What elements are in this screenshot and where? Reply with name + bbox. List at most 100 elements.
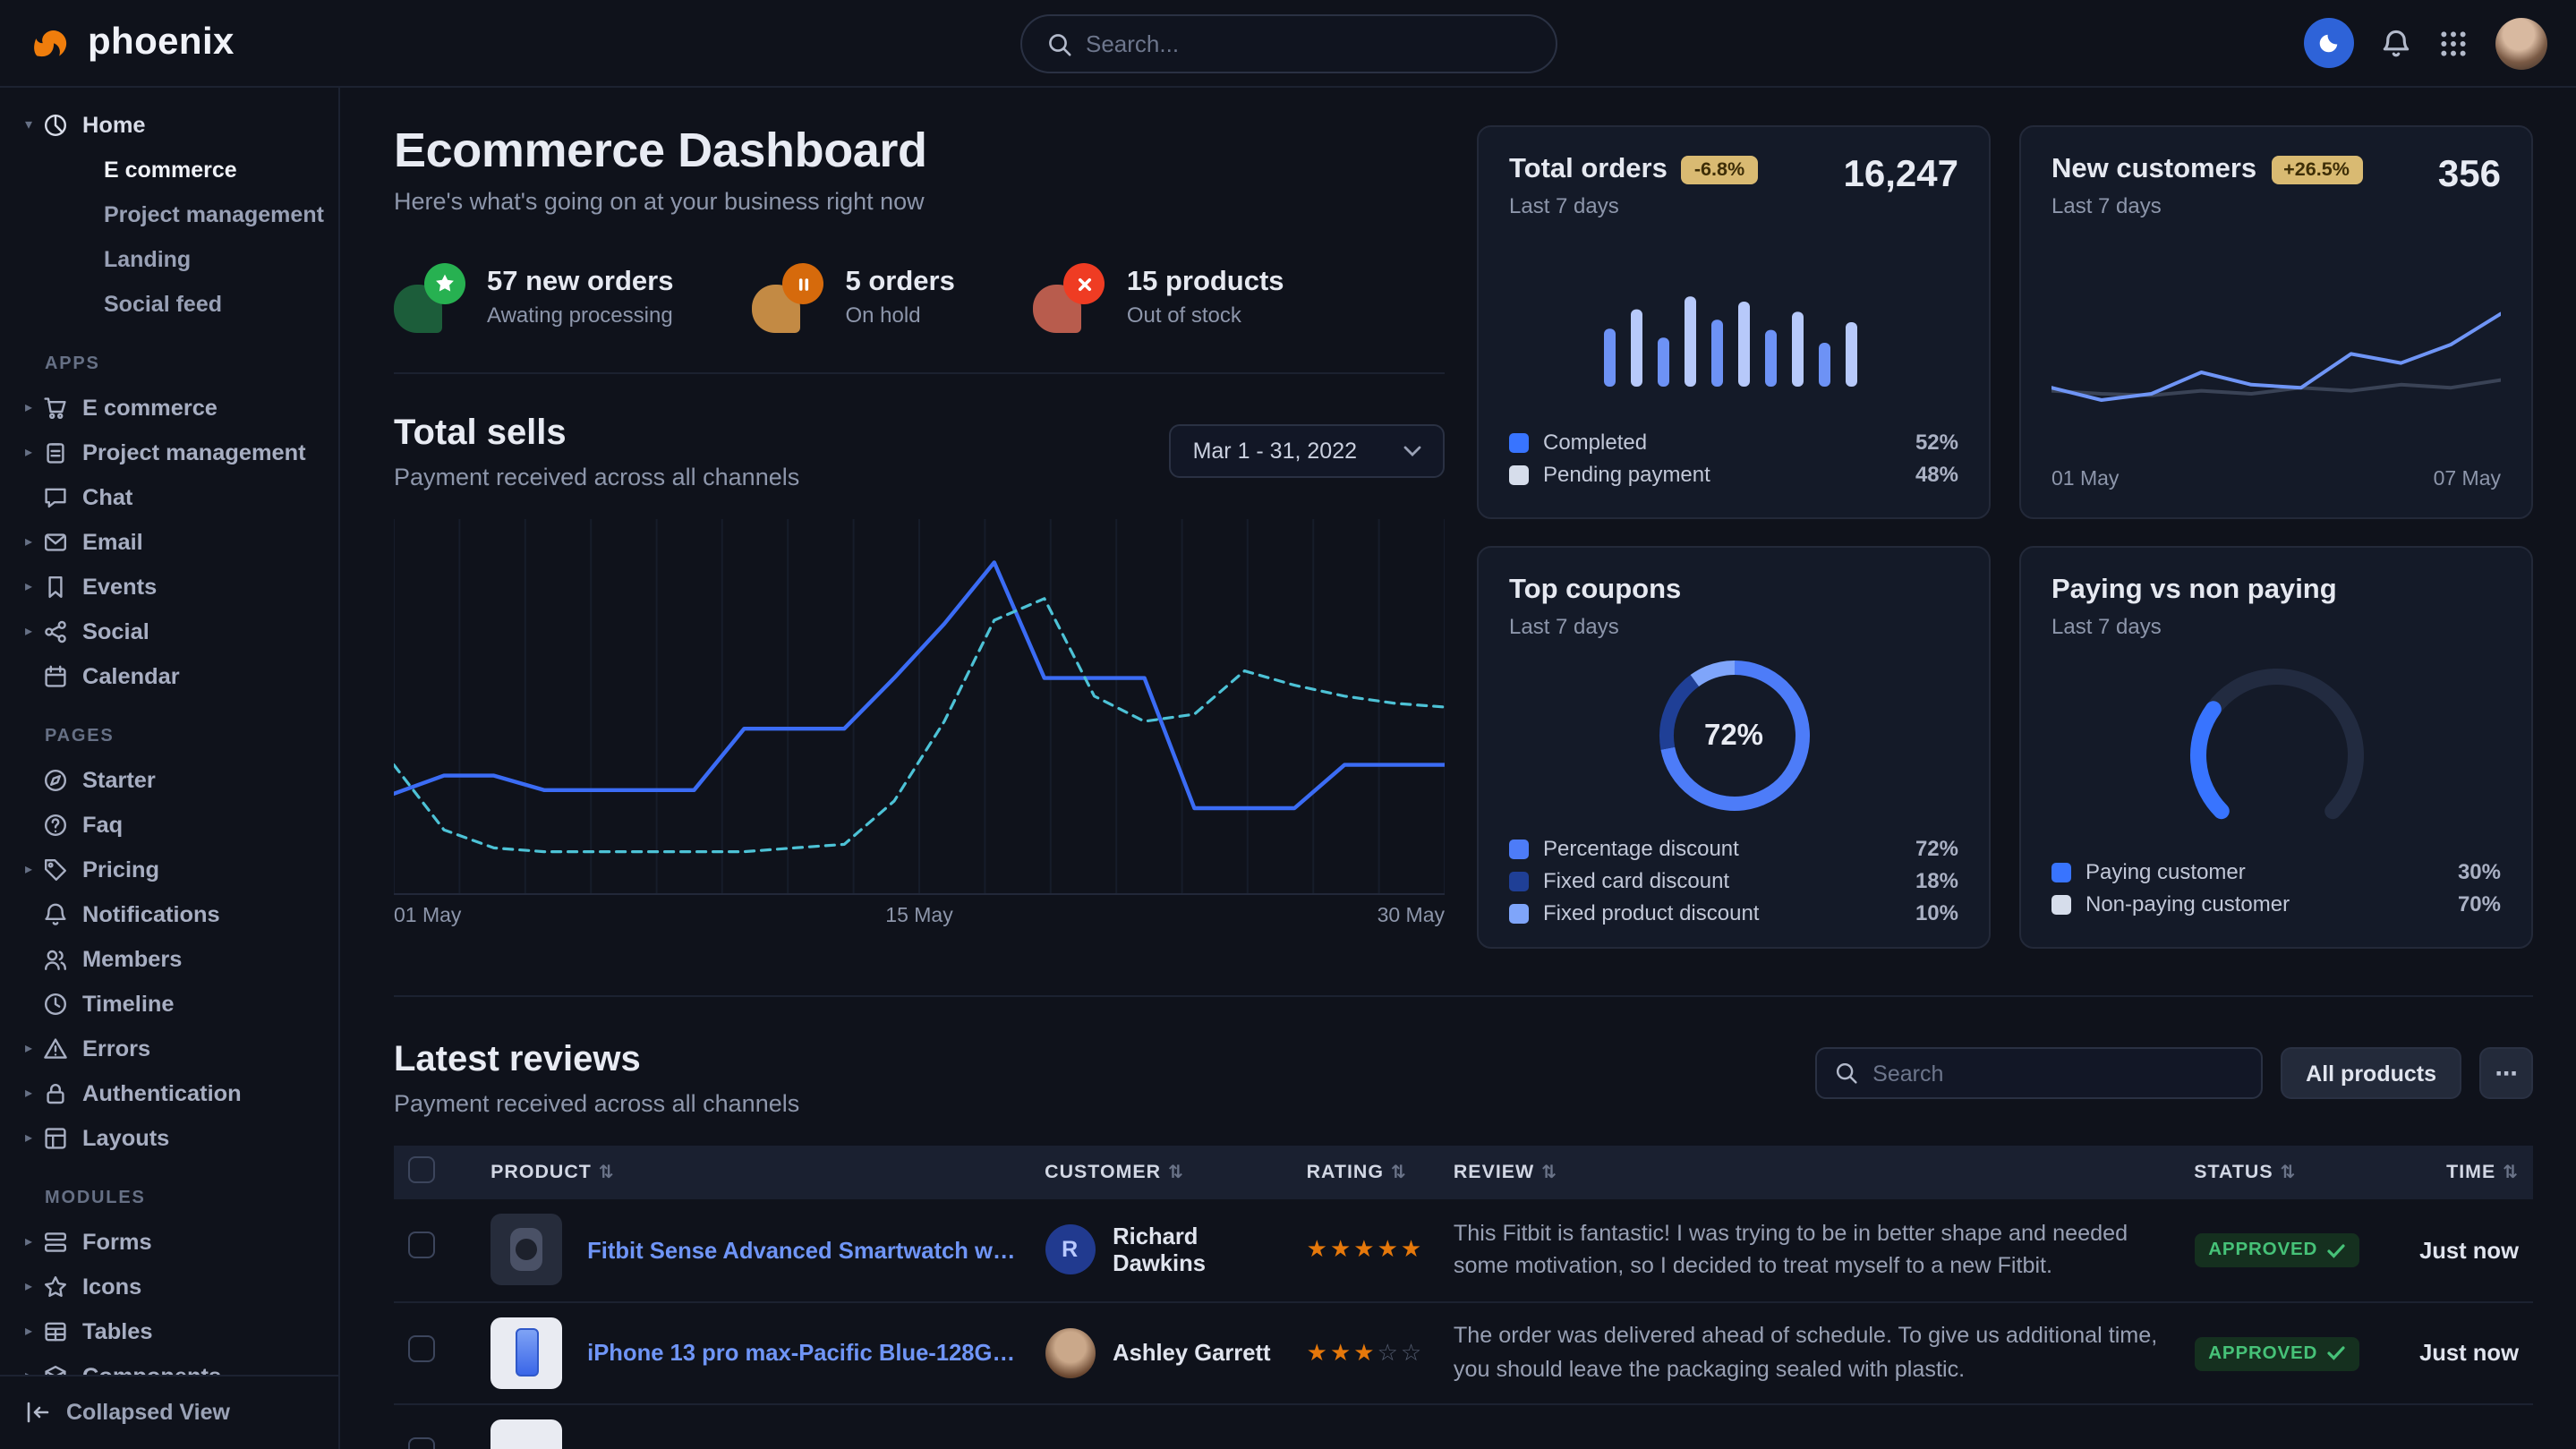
chat-icon <box>43 484 68 509</box>
select-all-checkbox[interactable] <box>408 1156 435 1183</box>
product-link[interactable]: iPhone 13 pro max-Pacific Blue-128GB sto… <box>587 1339 1016 1366</box>
sidebar-item-components[interactable]: ▸Components <box>0 1353 338 1374</box>
rating-cell <box>1292 1403 1439 1449</box>
caret-icon: ▸ <box>18 444 39 460</box>
sidebar-item-icons[interactable]: ▸Icons <box>0 1264 338 1308</box>
total-sells-line-chart <box>394 519 1445 895</box>
legend-item: Fixed card discount18% <box>1509 865 1958 897</box>
date-range-select[interactable]: Mar 1 - 31, 2022 <box>1170 424 1445 478</box>
sidebar-item-errors[interactable]: ▸Errors <box>0 1026 338 1070</box>
chevron-down-icon <box>1403 445 1421 457</box>
rating-cell: ★★★★★ <box>1292 1199 1439 1301</box>
legend-swatch <box>1509 903 1529 923</box>
time-cell <box>2381 1403 2533 1449</box>
row-checkbox[interactable] <box>408 1334 435 1361</box>
collapse-sidebar-button[interactable]: Collapsed View <box>0 1374 338 1449</box>
trend-badge: -6.8% <box>1682 156 1757 184</box>
sidebar-item-notifications[interactable]: Notifications <box>0 891 338 936</box>
row-checkbox[interactable] <box>408 1232 435 1259</box>
reviews-search[interactable] <box>1815 1047 2263 1099</box>
theme-toggle-button[interactable] <box>2304 18 2354 68</box>
sidebar-item-members[interactable]: Members <box>0 936 338 981</box>
table-row: iPhone 13 pro max-Pacific Blue-128GB sto… <box>394 1301 2533 1403</box>
all-products-button[interactable]: All products <box>2281 1047 2461 1099</box>
clock-icon <box>43 991 68 1016</box>
sidebar-item-events[interactable]: ▸Events <box>0 564 338 609</box>
column-header-customer[interactable]: CUSTOMER⇅ <box>1030 1146 1292 1199</box>
total-orders-card: Total orders -6.8% Last 7 days 16,247 Co… <box>1477 125 1991 519</box>
sidebar-item-pricing[interactable]: ▸Pricing <box>0 847 338 891</box>
stat-item: 15 productsOut of stock <box>1034 261 1284 333</box>
caret-icon: ▸ <box>18 1085 39 1101</box>
sidebar-item-project-management[interactable]: Project management <box>0 192 338 236</box>
reviews-table: PRODUCT⇅CUSTOMER⇅RATING⇅REVIEW⇅STATUS⇅TI… <box>394 1146 2533 1449</box>
navbar-search[interactable] <box>1019 14 1557 73</box>
sidebar-item-e-commerce[interactable]: E commerce <box>0 147 338 192</box>
sidebar-item-authentication[interactable]: ▸Authentication <box>0 1070 338 1115</box>
product-thumbnail <box>490 1419 562 1449</box>
user-avatar[interactable] <box>2495 17 2547 69</box>
star-icon: ★ <box>1330 1338 1353 1365</box>
sidebar-item-social-feed[interactable]: Social feed <box>0 281 338 326</box>
card-title: Paying vs non paying <box>2051 575 2501 607</box>
paying-vs-non-paying-card: Paying vs non paying Last 7 days Paying … <box>2019 546 2533 949</box>
navbar-search-input[interactable] <box>1086 30 1530 57</box>
card-title: Top coupons <box>1509 575 1958 607</box>
caret-icon: ▸ <box>18 1129 39 1146</box>
legend-item: Completed52% <box>1509 426 1958 458</box>
sidebar-item-tables[interactable]: ▸Tables <box>0 1308 338 1353</box>
product-thumbnail <box>490 1317 562 1388</box>
brand[interactable]: phoenix <box>29 21 235 65</box>
sidebar-item-email[interactable]: ▸Email <box>0 519 338 564</box>
sidebar-item-timeline[interactable]: Timeline <box>0 981 338 1026</box>
collapse-icon <box>25 1400 50 1425</box>
sidebar-item-e-commerce[interactable]: ▸E commerce <box>0 385 338 430</box>
product-link[interactable]: Fitbit Sense Advanced Smartwatch with To… <box>587 1237 1016 1264</box>
caret-icon: ▸ <box>18 1323 39 1339</box>
sort-icon: ⇅ <box>1168 1163 1184 1183</box>
kpi-cards: Total orders -6.8% Last 7 days 16,247 Co… <box>1477 125 2533 949</box>
legend-item: Paying customer30% <box>2051 856 2501 888</box>
stat-value: 57 new orders <box>487 267 674 299</box>
paying-gauge-chart <box>2142 658 2410 837</box>
avatar <box>1045 1327 1095 1377</box>
sidebar-item-project-management[interactable]: ▸Project management <box>0 430 338 474</box>
alert-icon <box>43 1036 68 1061</box>
sidebar-group-heading: PAGES <box>45 727 338 746</box>
bell-icon <box>2381 28 2411 58</box>
more-actions-button[interactable]: ⋯ <box>2479 1047 2533 1099</box>
sidebar-item-layouts[interactable]: ▸Layouts <box>0 1115 338 1160</box>
column-header-status[interactable]: STATUS⇅ <box>2179 1146 2380 1199</box>
sidebar-item-social[interactable]: ▸Social <box>0 609 338 653</box>
legend-item: Non-paying customer70% <box>2051 888 2501 920</box>
top-navbar: phoenix <box>0 0 2576 88</box>
tag-icon <box>43 857 68 882</box>
column-header-product[interactable]: PRODUCT⇅ <box>476 1146 1030 1199</box>
column-header-review[interactable]: REVIEW⇅ <box>1439 1146 2179 1199</box>
sidebar-item-forms[interactable]: ▸Forms <box>0 1219 338 1264</box>
column-header-time[interactable]: TIME⇅ <box>2381 1146 2533 1199</box>
reviews-search-input[interactable] <box>1872 1061 2243 1086</box>
sidebar-item-landing[interactable]: Landing <box>0 236 338 281</box>
sidebar-item-calendar[interactable]: Calendar <box>0 653 338 698</box>
phoenix-logo-icon <box>29 21 73 65</box>
star-icon: ★ <box>1378 1236 1401 1263</box>
total-orders-value: 16,247 <box>1844 154 1958 197</box>
legend-swatch <box>2051 894 2071 914</box>
sidebar-item-home[interactable]: ▾Home <box>0 102 338 147</box>
legend-item: Fixed product discount10% <box>1509 897 1958 929</box>
total-sells-x-axis: 01 May 15 May 30 May <box>394 906 1445 927</box>
help-icon <box>43 812 68 837</box>
apps-grid-button[interactable] <box>2438 28 2469 58</box>
column-header-rating[interactable]: RATING⇅ <box>1292 1146 1439 1199</box>
notifications-button[interactable] <box>2381 28 2411 58</box>
review-text: The order was delivered ahead of schedul… <box>1454 1320 2165 1385</box>
brand-name: phoenix <box>88 21 235 64</box>
sidebar-item-faq[interactable]: Faq <box>0 802 338 847</box>
sidebar-item-chat[interactable]: Chat <box>0 474 338 519</box>
star-icon: ★ <box>1401 1236 1424 1263</box>
sidebar-item-starter[interactable]: Starter <box>0 757 338 802</box>
caret-icon: ▸ <box>18 861 39 877</box>
status-badge: APPROVED <box>2194 1234 2358 1268</box>
row-checkbox[interactable] <box>408 1436 435 1449</box>
